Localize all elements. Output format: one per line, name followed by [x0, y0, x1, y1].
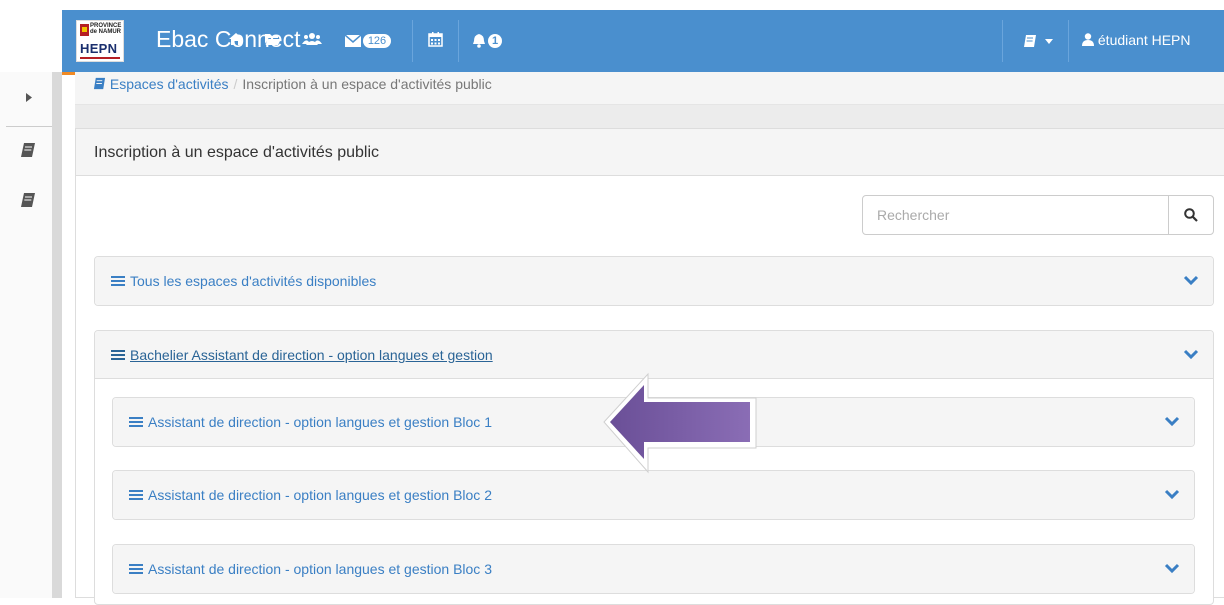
- main-panel: Inscription à un espace d'activités publ…: [75, 128, 1224, 605]
- list-icon: [129, 564, 143, 574]
- search-icon: [1184, 208, 1198, 222]
- logo-province-text: PROVINCE de NAMUR: [90, 23, 122, 35]
- sidebar-book-icon[interactable]: [20, 192, 40, 212]
- chevron-down-icon[interactable]: [1164, 488, 1180, 500]
- province-crest-icon: [80, 24, 89, 36]
- list-icon: [111, 276, 125, 286]
- folder-open-icon[interactable]: [260, 32, 286, 52]
- envelope-icon: [344, 34, 362, 47]
- messages-button[interactable]: 126: [336, 32, 400, 52]
- chevron-down-icon[interactable]: [1183, 274, 1199, 286]
- book-dropdown-button[interactable]: [1020, 32, 1056, 52]
- messages-count-badge: 126: [362, 34, 392, 48]
- breadcrumb-link-activity-spaces[interactable]: Espaces d'activités: [110, 76, 229, 92]
- accordion-header[interactable]: Tous les espaces d'activités disponibles: [95, 257, 1213, 305]
- breadcrumb-bar: Espaces d'activités / Inscription à un esp…: [75, 72, 1224, 105]
- user-menu[interactable]: étudiant HEPN: [1082, 32, 1191, 48]
- nav-separator: [412, 20, 413, 62]
- nav-separator: [458, 20, 459, 62]
- accordion-title[interactable]: Bachelier Assistant de direction - optio…: [111, 347, 493, 363]
- nav-separator: [1002, 20, 1003, 62]
- accordion-header[interactable]: Assistant de direction - option langues …: [113, 471, 1194, 519]
- content-spacer: [75, 105, 1224, 128]
- accordion-header[interactable]: Assistant de direction - option langues …: [113, 545, 1194, 593]
- search-input[interactable]: [862, 195, 1170, 235]
- sidebar-divider: [6, 126, 52, 127]
- list-icon: [111, 350, 125, 360]
- breadcrumb: Espaces d'activités / Inscription à un esp…: [93, 76, 492, 92]
- list-icon: [129, 417, 143, 427]
- breadcrumb-current: Inscription à un espace d'activités publ…: [242, 76, 492, 92]
- user-icon: [1082, 33, 1094, 46]
- accordion-title[interactable]: Assistant de direction - option langues …: [129, 414, 492, 430]
- caret-down-icon: [1045, 39, 1054, 44]
- page-title: Inscription à un espace d'activités publ…: [94, 144, 379, 161]
- accordion-title[interactable]: Assistant de direction - option langues …: [129, 487, 492, 503]
- caret-right-icon: [26, 93, 32, 102]
- top-navbar: PROVINCE de NAMUR HEPN Ebac Connect 126 1…: [62, 10, 1224, 75]
- logo-underline: [80, 57, 120, 59]
- chevron-down-icon[interactable]: [1183, 348, 1199, 360]
- annotation-arrow: [603, 372, 757, 474]
- list-icon: [129, 490, 143, 500]
- notifications-count-badge: 1: [487, 34, 503, 48]
- breadcrumb-separator: /: [233, 76, 238, 92]
- calendar-icon[interactable]: [422, 32, 448, 52]
- sidebar-book-icon[interactable]: [20, 142, 40, 162]
- panel-heading: Inscription à un espace d'activités publ…: [76, 129, 1224, 176]
- nav-separator: [1068, 20, 1069, 62]
- users-icon[interactable]: [298, 32, 326, 52]
- search-button[interactable]: [1168, 195, 1214, 235]
- book-icon: [1023, 35, 1036, 47]
- accordion-bloc-3: Assistant de direction - option langues …: [112, 544, 1195, 594]
- book-icon: [93, 77, 106, 90]
- sidebar-toggle[interactable]: [0, 80, 58, 120]
- bell-icon: [472, 34, 485, 48]
- sidebar-edge: [52, 72, 62, 598]
- accordion-title[interactable]: Assistant de direction - option langues …: [129, 561, 492, 577]
- notifications-button[interactable]: 1: [466, 32, 508, 52]
- left-sidebar: [0, 72, 59, 598]
- accordion-title[interactable]: Tous les espaces d'activités disponibles: [111, 273, 376, 289]
- chevron-down-icon[interactable]: [1164, 562, 1180, 574]
- logo-acronym: HEPN: [80, 41, 118, 56]
- chevron-down-icon[interactable]: [1164, 415, 1180, 427]
- accordion-all-spaces: Tous les espaces d'activités disponibles: [94, 256, 1214, 306]
- user-name: étudiant HEPN: [1097, 32, 1191, 48]
- hepn-logo[interactable]: PROVINCE de NAMUR HEPN: [76, 20, 124, 62]
- home-icon[interactable]: [224, 32, 248, 52]
